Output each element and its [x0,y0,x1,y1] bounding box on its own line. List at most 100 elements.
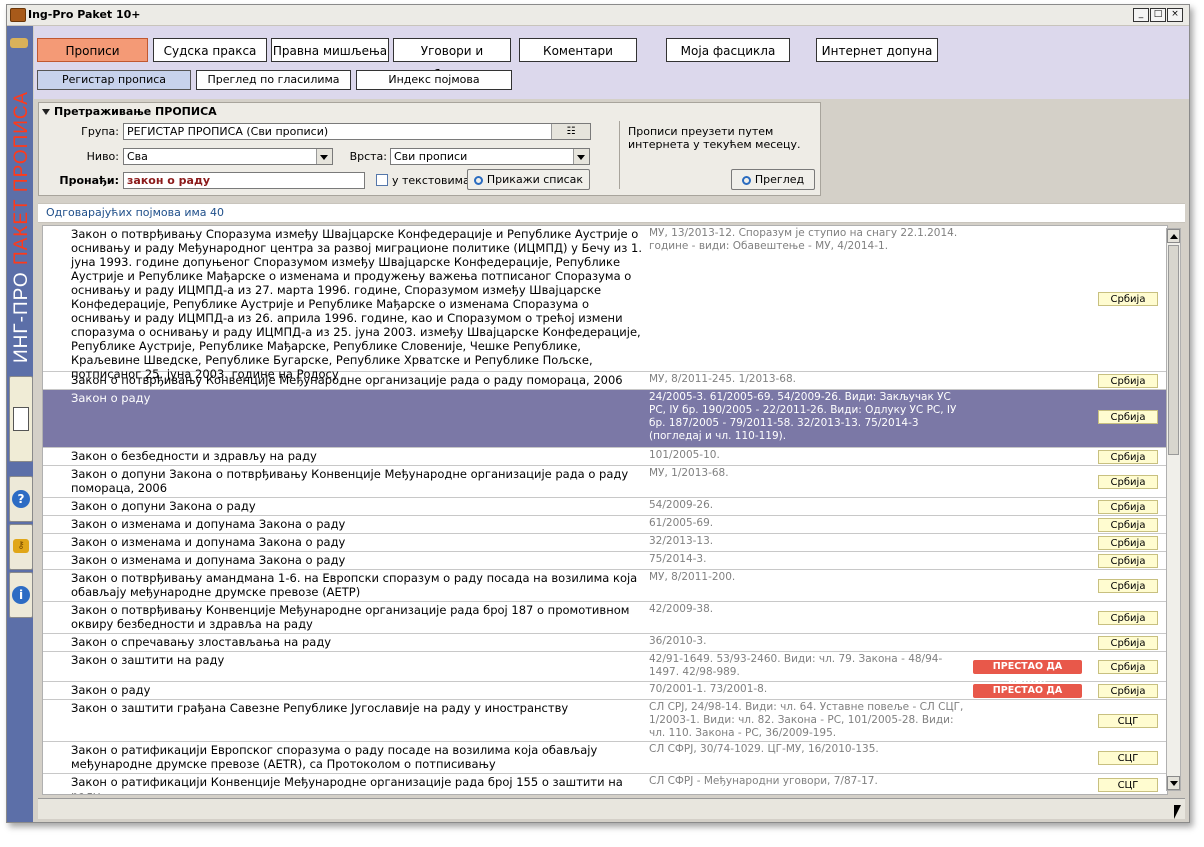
subtab-registar-propisa[interactable]: Регистар прописа [37,70,191,90]
group-label: Група: [81,125,119,138]
row-reference: 36/2010-3. [649,635,707,647]
result-count: Одговарајућих појмова има 40 [46,206,225,219]
jurisdiction-badge[interactable]: Србија [1098,292,1158,306]
table-row[interactable]: Закон о заштити грађана Савезне Републик… [43,700,1167,742]
tab-ugovori-i-obrasci[interactable]: Уговори и обрасци [393,38,511,82]
jurisdiction-badge[interactable]: Србија [1098,475,1158,489]
row-title: Закон о изменама и допунама Закона о рад… [71,535,346,549]
table-row[interactable]: Закон о потврђивању Конвенције Међународ… [43,602,1167,634]
table-row[interactable]: Закон о потврђивању Споразума између Шва… [43,226,1167,381]
group-picker-button[interactable]: ☷ [551,124,590,139]
jurisdiction-badge[interactable]: СЦГ [1098,714,1158,728]
row-title: Закон о потврђивању амандмана 1-6. на Ев… [71,571,638,599]
brand-prefix: ИНГ-ПРО [11,271,32,363]
jurisdiction-badge[interactable]: Србија [1098,374,1158,388]
jurisdiction-badge[interactable]: Србија [1098,684,1158,698]
row-reference: 32/2013-13. [649,535,714,547]
row-title: Закон о допуни Закона о потврђивању Конв… [71,467,629,495]
scroll-up-icon[interactable] [1167,229,1180,243]
kind-select[interactable]: Сви прописи [390,148,590,165]
subtab-indeks-pojmova[interactable]: Индекс појмова [356,70,512,90]
table-row[interactable]: Закон о спречавању злостављања на раду 36… [43,634,1167,652]
search-panel: Претраживање ПРОПИСА Група: РЕГИСТАР ПРО… [38,102,821,196]
calendar-icon [13,407,29,431]
search-panel-title[interactable]: Претраживање ПРОПИСА [42,105,217,118]
find-label: Пронађи: [59,174,119,187]
jurisdiction-badge[interactable]: Србија [1098,579,1158,593]
status-bar [38,798,1185,819]
table-row[interactable]: Закон о потврђивању амандмана 1-6. на Ев… [43,570,1167,602]
tab-propisi[interactable]: Прописи [37,38,148,62]
table-row[interactable]: Закон о ратификацији Конвенције Међунаро… [43,774,1167,794]
window-title: Ing-Pro Paket 10+ [28,8,141,21]
level-dropdown-icon[interactable] [316,149,332,164]
tab-pravna-misljenja[interactable]: Правна мишљења [271,38,389,62]
kind-dropdown-icon[interactable] [573,149,589,164]
navigation-area: Прописи Судска пракса Правна мишљења Уго… [34,26,1189,99]
close-button[interactable]: × [1167,8,1183,22]
brand-vertical: ИНГ-ПРО ПАКЕТ ПРОПИСА [10,33,34,363]
jurisdiction-badge[interactable]: Србија [1098,536,1158,550]
jurisdiction-badge[interactable]: Србија [1098,636,1158,650]
table-row[interactable]: Закон о раду 24/2005-3. 61/2005-69. 54/20… [43,390,1167,448]
table-row[interactable]: Закон о допуни Закона о потврђивању Конв… [43,466,1167,498]
row-title: Закон о потврђивању Споразума између Шва… [71,227,642,381]
tab-moja-fascikla[interactable]: Моја фасцикла [666,38,790,62]
jurisdiction-badge[interactable]: Србија [1098,450,1158,464]
calendar-button[interactable] [9,376,33,462]
subtab-pregled-po-glasilima[interactable]: Преглед по гласилима [196,70,351,90]
row-reference: СЛ СФРЈ, 30/74-1029. ЦГ-МУ, 16/2010-135. [649,743,879,755]
table-row[interactable]: Закон о изменама и допунама Закона о рад… [43,534,1167,552]
level-select[interactable]: Сва [123,148,333,165]
help-button[interactable]: ? [9,476,33,522]
keys-button[interactable]: ⚷ [9,524,33,570]
table-row[interactable]: Закон о изменама и допунама Закона о рад… [43,552,1167,570]
tab-komentari[interactable]: Коментари [519,38,637,62]
row-reference: СЛ СФРЈ - Међународни уговори, 7/87-17. [649,775,878,787]
jurisdiction-badge[interactable]: Србија [1098,660,1158,674]
table-row[interactable]: Закон о изменама и допунама Закона о рад… [43,516,1167,534]
table-row[interactable]: Закон о потврђивању Конвенције Међународ… [43,372,1167,390]
group-field[interactable]: РЕГИСТАР ПРОПИСА (Сви прописи) ☷ [123,123,591,140]
jurisdiction-badge[interactable]: Србија [1098,554,1158,568]
scroll-thumb[interactable] [1168,245,1179,455]
review-button[interactable]: Преглед [731,169,815,190]
table-row[interactable]: Закон о раду 70/2001-1. 73/2001-8. ПРЕСТАО… [43,682,1167,710]
jurisdiction-badge[interactable]: Србија [1098,410,1158,424]
app-window: Ing-Pro Paket 10+ _ □ × ИНГ-ПРО ПАКЕТ ПР… [6,4,1190,823]
row-title: Закон о раду [71,683,151,697]
magnifier-icon [473,176,483,185]
title-bar[interactable]: Ing-Pro Paket 10+ _ □ × [7,5,1189,26]
show-list-button[interactable]: Прикажи списак [467,169,590,190]
minimize-button[interactable]: _ [1133,8,1149,22]
level-label: Ниво: [86,150,119,163]
jurisdiction-badge[interactable]: Србија [1098,518,1158,532]
search-title-text: Претраживање ПРОПИСА [54,105,217,118]
tab-sudska-praksa[interactable]: Судска пракса [153,38,267,62]
table-row[interactable]: Закон о допуни Закона о раду 54/2009-26. С… [43,498,1167,516]
in-text-checkbox[interactable] [376,174,388,186]
jurisdiction-badge[interactable]: Србија [1098,611,1158,625]
row-reference: 61/2005-69. [649,517,714,529]
jurisdiction-badge[interactable]: СЦГ [1098,751,1158,765]
table-row[interactable]: Закон о ратификацији Европског споразума… [43,742,1167,774]
jurisdiction-badge[interactable]: СЦГ [1098,778,1158,792]
table-row[interactable]: Закон о заштити на раду 42/91-1649. 53/93… [43,652,1167,686]
level-value: Сва [127,150,148,163]
scroll-down-icon[interactable] [1167,776,1180,790]
collapse-arrow-icon [42,109,50,115]
row-reference: 24/2005-3. 61/2005-69. 54/2009-26. Види:… [649,391,957,442]
jurisdiction-badge[interactable]: Србија [1098,500,1158,514]
internet-info-text: Прописи преузети путем интернета у текућ… [628,125,801,151]
info-button[interactable]: i [9,572,33,618]
app-icon [10,8,26,22]
tab-internet-dopuna[interactable]: Интернет допуна [816,38,938,62]
table-row[interactable]: Закон о безбедности и здрављу на раду 101… [43,448,1167,466]
row-reference: 54/2009-26. [649,499,714,511]
maximize-button[interactable]: □ [1150,8,1166,22]
help-icon: ? [12,490,30,508]
search-input[interactable]: закон о раду [123,172,365,189]
kind-value: Сви прописи [394,150,468,163]
results-scrollbar[interactable] [1166,228,1181,791]
results-list: Закон о потврђивању Споразума између Шва… [42,225,1168,795]
